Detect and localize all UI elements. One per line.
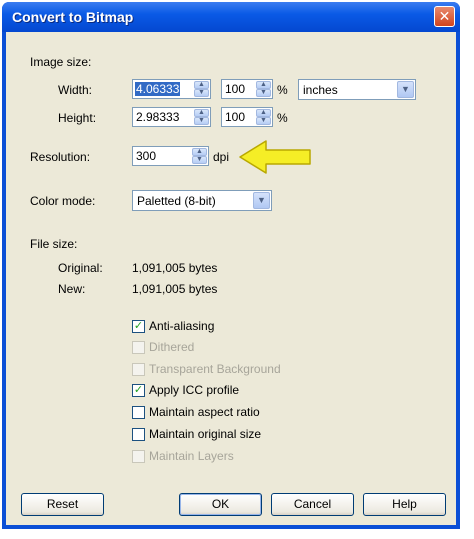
color-mode-dropdown[interactable]: Paletted (8-bit) ▼ — [132, 190, 272, 211]
resolution-spinner[interactable]: ▲ ▼ — [192, 148, 207, 164]
maintain-layers-checkbox[interactable] — [132, 450, 145, 463]
close-button[interactable]: ✕ — [434, 6, 455, 27]
spin-down-icon[interactable]: ▼ — [194, 117, 209, 125]
height-input[interactable]: 2.98333 — [136, 110, 179, 124]
resolution-spinbox[interactable]: 300 ▲ ▼ — [132, 146, 209, 166]
anti-aliasing-checkbox[interactable]: ✓ — [132, 320, 145, 333]
width-percent-input[interactable]: 100 — [225, 82, 245, 96]
title-bar[interactable]: Convert to Bitmap ✕ — [2, 2, 460, 32]
anti-aliasing-label[interactable]: Anti-aliasing — [149, 319, 214, 333]
new-size-value: 1,091,005 bytes — [132, 282, 218, 296]
cancel-button[interactable]: Cancel — [271, 493, 354, 516]
width-label: Width: — [58, 83, 93, 97]
apply-icc-profile-label[interactable]: Apply ICC profile — [149, 383, 239, 397]
maintain-layers-label[interactable]: Maintain Layers — [149, 449, 234, 463]
image-size-heading: Image size: — [30, 55, 92, 69]
spin-down-icon[interactable]: ▼ — [256, 89, 271, 97]
color-mode-value: Paletted (8-bit) — [137, 194, 216, 208]
dialog-body: Image size: Width: 4.06333 ▲ ▼ 100 ▲ ▼ %… — [6, 32, 456, 525]
apply-icc-profile-checkbox[interactable]: ✓ — [132, 384, 145, 397]
reset-button[interactable]: Reset — [21, 493, 104, 516]
width-percent-symbol: % — [277, 83, 288, 97]
maintain-aspect-ratio-label[interactable]: Maintain aspect ratio — [149, 405, 260, 419]
height-percent-symbol: % — [277, 111, 288, 125]
width-spinner[interactable]: ▲ ▼ — [194, 81, 209, 97]
chevron-down-icon[interactable]: ▼ — [397, 81, 414, 98]
height-spinner[interactable]: ▲ ▼ — [194, 109, 209, 125]
resolution-unit: dpi — [213, 150, 230, 164]
units-value: inches — [303, 83, 338, 97]
help-button[interactable]: Help — [363, 493, 446, 516]
window-title: Convert to Bitmap — [12, 9, 134, 25]
maintain-original-size-checkbox[interactable] — [132, 428, 145, 441]
close-icon: ✕ — [438, 8, 451, 24]
spin-down-icon[interactable]: ▼ — [194, 89, 209, 97]
transparent-background-checkbox[interactable] — [132, 363, 145, 376]
width-spinbox[interactable]: 4.06333 ▲ ▼ — [132, 79, 211, 99]
annotation-arrow-icon — [239, 140, 311, 174]
height-percent-input[interactable]: 100 — [225, 110, 245, 124]
height-spinbox[interactable]: 2.98333 ▲ ▼ — [132, 107, 211, 127]
height-percent-spinner[interactable]: ▲ ▼ — [256, 109, 271, 125]
chevron-down-icon[interactable]: ▼ — [253, 192, 270, 209]
spin-up-icon[interactable]: ▲ — [256, 109, 271, 117]
width-percent-spinbox[interactable]: 100 ▲ ▼ — [221, 79, 273, 99]
color-mode-label: Color mode: — [30, 194, 96, 208]
ok-button[interactable]: OK — [179, 493, 262, 516]
spin-down-icon[interactable]: ▼ — [256, 117, 271, 125]
height-label: Height: — [58, 111, 97, 125]
dithered-checkbox[interactable] — [132, 341, 145, 354]
new-size-label: New: — [58, 282, 86, 296]
resolution-label: Resolution: — [30, 150, 91, 164]
spin-up-icon[interactable]: ▲ — [194, 81, 209, 89]
width-input[interactable]: 4.06333 — [135, 82, 181, 96]
spin-up-icon[interactable]: ▲ — [256, 81, 271, 89]
maintain-aspect-ratio-checkbox[interactable] — [132, 406, 145, 419]
maintain-original-size-label[interactable]: Maintain original size — [149, 427, 261, 441]
original-size-value: 1,091,005 bytes — [132, 261, 218, 275]
spin-up-icon[interactable]: ▲ — [194, 109, 209, 117]
dialog-window: Convert to Bitmap ✕ Image size: Width: 4… — [2, 2, 460, 529]
file-size-heading: File size: — [30, 237, 78, 251]
transparent-background-label[interactable]: Transparent Background — [149, 362, 281, 376]
original-size-label: Original: — [58, 261, 103, 275]
spin-down-icon[interactable]: ▼ — [192, 156, 207, 164]
width-percent-spinner[interactable]: ▲ ▼ — [256, 81, 271, 97]
resolution-input[interactable]: 300 — [136, 149, 156, 163]
height-percent-spinbox[interactable]: 100 ▲ ▼ — [221, 107, 273, 127]
units-dropdown[interactable]: inches ▼ — [298, 79, 416, 100]
dithered-label[interactable]: Dithered — [149, 340, 194, 354]
spin-up-icon[interactable]: ▲ — [192, 148, 207, 156]
